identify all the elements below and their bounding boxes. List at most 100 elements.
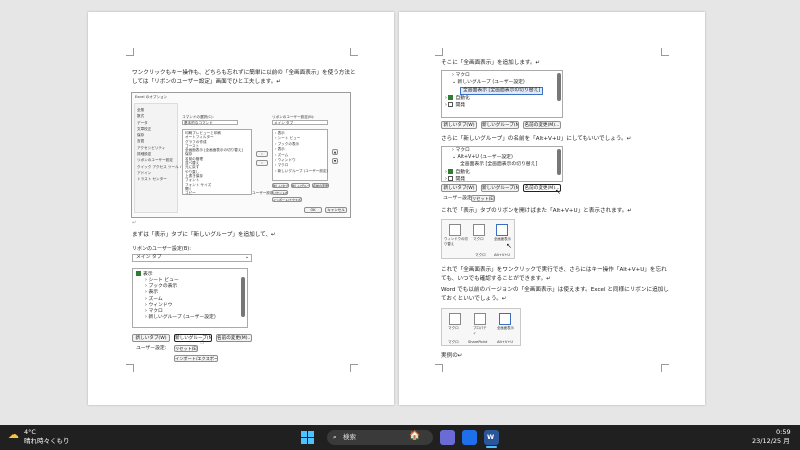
- paragraph-text: これで「全画面表示」をワンクリックで実行でき、さらにはキー操作「Alt+V+U」…: [441, 267, 667, 273]
- view-ribbon-excel: ウィンドウの切り替え マクロ 全画面表示 マクロ Alt+V+U ↖: [441, 219, 515, 259]
- word-app-icon[interactable]: W: [484, 430, 499, 445]
- paragraph-text: これで「表示」タブのリボンを開けばまた「Alt+V+U」と表示されます。↵: [441, 208, 633, 214]
- rename-button[interactable]: 名前の変更(M)...: [523, 121, 561, 129]
- ribbon-tree-panel-2[interactable]: › マクロ ⌄ Alt+V+U (ユーザー設定) 全画面表示 [全画面表示の切り…: [441, 146, 563, 182]
- check-icon: [448, 169, 454, 174]
- commands-list[interactable]: 印刷プレビューと印刷 オートフィルター グラフの作成 ゴースト 全画面表示 [全画面表示…: [182, 129, 252, 195]
- paragraph-text: そこに「全画面表示」を追加します。↵: [441, 60, 541, 66]
- new-group-button[interactable]: 新しいグループ(N): [481, 121, 519, 129]
- ribbon-label: リボンのユーザー設定(B):: [272, 115, 315, 119]
- group-label: マクロ: [475, 253, 486, 257]
- weather-icon[interactable]: ☁: [8, 429, 19, 441]
- command-items: 印刷プレビューと印刷 オートフィルター グラフの作成 ゴースト 全画面表示 [全画面表示…: [185, 131, 243, 195]
- new-group-button[interactable]: 新しいグループ(N): [291, 183, 310, 188]
- macro-icon[interactable]: [473, 224, 485, 236]
- search-icon: ⌕: [333, 433, 337, 441]
- active-app-indicator: [486, 446, 497, 448]
- reset-button[interactable]: リセット(E) ▾: [471, 195, 495, 202]
- mouse-cursor-icon: ↖: [506, 242, 512, 250]
- group-label: SharePoint: [468, 340, 488, 344]
- customize-label: ユーザー設定:: [443, 196, 474, 201]
- macro-icon[interactable]: [449, 313, 461, 325]
- ribbon-tree[interactable]: › 表示 › シート ビュー › ブックの表示 › 表示 › ズーム › ウィンドウ › マ…: [272, 129, 328, 181]
- new-tab-button-zoom[interactable]: 新しいタブ(W): [132, 334, 170, 342]
- group-label: Alt+V+U: [497, 340, 513, 344]
- group-label: マクロ: [448, 340, 459, 344]
- rename-button-zoom[interactable]: 名前の変更(M)...: [216, 334, 252, 342]
- paragraph-text: ても、いつでも確認することができます。↵: [441, 276, 551, 282]
- new-tab-button[interactable]: 新しいタブ(W): [441, 121, 477, 129]
- tree-item[interactable]: › 新しいグループ (ユーザー設定): [275, 169, 328, 174]
- category-item[interactable]: トラスト センター: [137, 176, 187, 182]
- tree-item: › 開発: [445, 176, 466, 182]
- remove-button[interactable]: ‹: [256, 160, 268, 166]
- move-up-button[interactable]: ▲: [332, 149, 338, 155]
- customize-label-zoom: ユーザー設定:: [136, 346, 167, 351]
- check-icon: [136, 271, 141, 276]
- category-items: 全般 数式 データ 文章校正 保存 言語 アクセシビリティ 詳細設定 リボンのユーザー設定 クイッ…: [137, 107, 187, 183]
- command-item[interactable]: 全画面表示 [全画面表示の切り替え]: [185, 148, 243, 152]
- search-placeholder: 検索: [343, 433, 356, 441]
- tree-item: › マクロ: [452, 73, 470, 78]
- chevron-down-icon: ⌄: [244, 255, 249, 260]
- tree-items: › 表示 › シート ビュー › ブックの表示 › 表示 › ズーム › ウィンドウ › マ…: [275, 131, 328, 174]
- weather-temp[interactable]: 4°C: [24, 428, 36, 436]
- tree-scrollbar[interactable]: [557, 149, 561, 175]
- ribbon-customize-label: リボンのユーザー設定(B):: [132, 246, 191, 252]
- properties-icon[interactable]: [474, 313, 486, 325]
- dialog-title: Excel のオプション: [135, 95, 168, 99]
- tree-item: › 開発: [445, 102, 466, 108]
- window-switch-icon[interactable]: [449, 224, 461, 236]
- new-group-button-2[interactable]: 新しいグループ(N): [481, 184, 519, 192]
- view-ribbon-word: マクロ プロパティ 全画面表示 マクロ SharePoint Alt+V+U: [441, 308, 521, 346]
- new-group-button-zoom[interactable]: 新しいグループ(N): [174, 334, 212, 342]
- tree-item: › マクロ: [452, 148, 470, 153]
- crop-mark: [661, 364, 669, 372]
- new-tab-button[interactable]: 新しいタブ(W): [272, 183, 289, 188]
- mouse-cursor-icon: ☝: [200, 338, 205, 346]
- reset-button-zoom[interactable]: リセット(E) ▾: [174, 345, 198, 352]
- crop-mark: [126, 48, 134, 56]
- tree-scrollbar[interactable]: [241, 277, 245, 317]
- selected-tree-item: 全画面表示 [全画面表示の切り替え]: [460, 87, 544, 96]
- tree-scrollbar[interactable]: [557, 73, 561, 101]
- paragraph-text: ておくといいでしょう。↵: [441, 296, 507, 302]
- ribbon-tree-zoom[interactable]: 表示 › シート ビュー › ブックの表示 › 表示 › ズーム › ウィンドウ › マク…: [132, 268, 248, 328]
- group-label: Alt+V+U: [494, 253, 510, 257]
- command-item[interactable]: コピー: [185, 191, 243, 195]
- check-icon: [448, 95, 454, 100]
- left-page[interactable]: ワンクリックもキー操作も、どちらも忘れずに簡単に以前の「全画面表示」を使う方法と…: [88, 12, 394, 405]
- widgets-icon[interactable]: [440, 430, 455, 445]
- crop-mark: [435, 364, 443, 372]
- tree-item[interactable]: › 新しいグループ (ユーザー設定): [145, 315, 216, 321]
- category-list: 全般 数式 データ 文章校正 保存 言語 アクセシビリティ 詳細設定 リボンのユーザー設定 クイッ…: [134, 103, 187, 213]
- full-screen-icon[interactable]: [496, 224, 508, 236]
- search-highlight-icon: 🏠: [409, 431, 421, 441]
- commands-select[interactable]: 基本的なコマンド: [182, 120, 238, 125]
- tree-item: ⌄ Alt+V+U (ユーザー設定): [452, 155, 513, 160]
- start-icon[interactable]: [300, 430, 315, 445]
- add-button[interactable]: ›: [256, 151, 268, 157]
- crop-mark: [126, 364, 134, 372]
- paragraph-text: まずは「表示」タブに「新しいグループ」を追加して、↵: [132, 232, 276, 238]
- reset-button[interactable]: リセット(E): [272, 190, 288, 195]
- rename-button[interactable]: 名前の変更(M)...: [312, 183, 329, 188]
- right-page[interactable]: そこに「全画面表示」を追加します。↵ › マクロ ⌄ 新しいグループ (ユーザー…: [399, 12, 705, 405]
- ribbon-tree-panel-1[interactable]: › マクロ ⌄ 新しいグループ (ユーザー設定) 全画面表示 [全画面表示の切り…: [441, 70, 563, 118]
- copilot-icon[interactable]: [462, 430, 477, 445]
- search-box[interactable]: ⌕ 検索 🏠: [327, 430, 433, 445]
- paragraph-mark: ↵: [132, 220, 137, 226]
- cancel-button[interactable]: キャンセル: [325, 207, 347, 213]
- ribbon-dropdown[interactable]: メイン タブ ⌄: [132, 254, 252, 262]
- import-export-button-zoom[interactable]: インポート/エクスポート(P) ▾: [174, 355, 218, 362]
- clock-time[interactable]: 0:59: [776, 428, 791, 436]
- ribbon-select[interactable]: メイン タブ: [272, 120, 328, 125]
- clock-date[interactable]: 23/12/25 月: [752, 437, 790, 445]
- full-screen-icon[interactable]: [499, 313, 511, 325]
- tree-children: › シート ビュー › ブックの表示 › 表示 › ズーム › ウィンドウ › マクロ › …: [145, 278, 216, 321]
- new-tab-button-2[interactable]: 新しいタブ(W): [441, 184, 477, 192]
- import-export-button[interactable]: インポート/エクスポート(P): [272, 197, 302, 202]
- weather-desc[interactable]: 晴れ時々くもり: [24, 437, 70, 445]
- ok-button[interactable]: OK: [304, 207, 322, 213]
- move-down-button[interactable]: ▼: [332, 158, 338, 164]
